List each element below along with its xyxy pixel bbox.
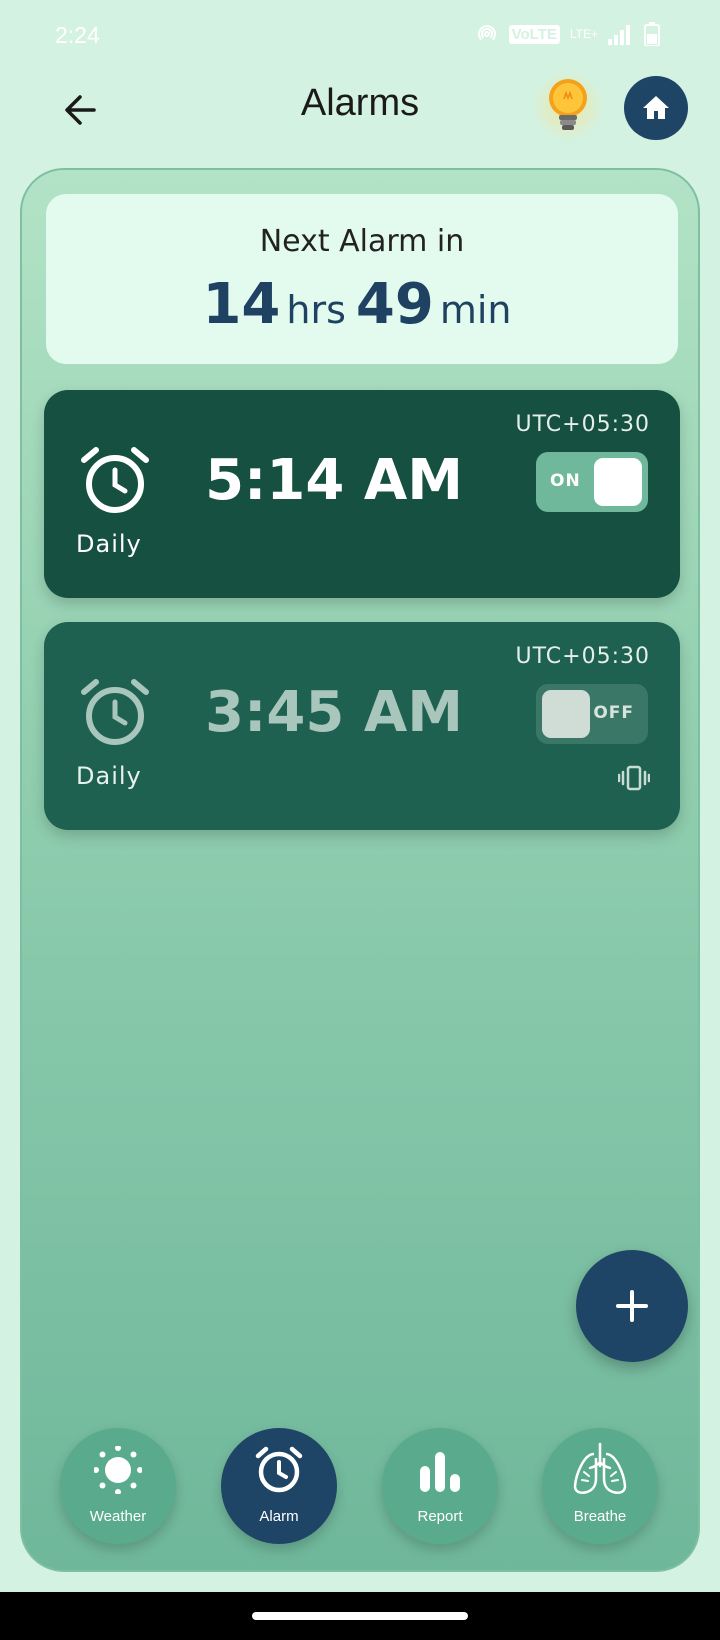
- battery-icon: [644, 22, 660, 46]
- signal-icon: [608, 25, 630, 45]
- nav-report[interactable]: Report: [382, 1428, 498, 1544]
- nav-label: Weather: [89, 1508, 147, 1525]
- nav-alarm[interactable]: Alarm: [221, 1428, 337, 1544]
- nav-label: Breathe: [573, 1508, 627, 1525]
- nav-weather[interactable]: Weather: [60, 1428, 176, 1544]
- alarm-time: 5:14 AM: [205, 448, 463, 513]
- status-icons: VoLTE LTE+: [475, 22, 660, 46]
- toggle-knob: [542, 690, 590, 738]
- sun-icon: [94, 1446, 142, 1494]
- alarm-clock-icon: [255, 1446, 303, 1493]
- next-alarm-countdown: 14 hrs 49 min: [46, 272, 678, 337]
- hotspot-icon: [477, 25, 496, 41]
- next-alarm-card: Next Alarm in 14 hrs 49 min: [46, 194, 678, 364]
- alarms-screen: 2:24 VoLTE LTE+ Alarms Next Alarm in 14 …: [0, 0, 720, 1640]
- nav-label: Report: [417, 1508, 463, 1525]
- alarm-clock-icon: [81, 679, 149, 745]
- next-alarm-label: Next Alarm in: [259, 224, 465, 259]
- next-alarm-minutes: 49: [355, 272, 434, 337]
- next-alarm-hours-unit: hrs: [286, 288, 346, 332]
- alarm-toggle[interactable]: ON: [536, 452, 648, 512]
- status-time: 2:24: [55, 22, 100, 48]
- home-indicator[interactable]: [252, 1612, 468, 1620]
- toggle-label: ON: [550, 471, 581, 491]
- home-button[interactable]: [624, 76, 688, 140]
- alarm-clock-icon: [81, 447, 149, 513]
- next-alarm-hours: 14: [202, 272, 281, 337]
- alarm-time: 3:45 AM: [205, 680, 463, 745]
- home-icon: [643, 96, 669, 119]
- page-title: Alarms: [300, 82, 420, 124]
- alarm-timezone: UTC+05:30: [515, 412, 650, 437]
- alarm-timezone: UTC+05:30: [515, 644, 650, 669]
- nav-breathe[interactable]: Breathe: [542, 1428, 658, 1544]
- header: Alarms: [0, 60, 720, 156]
- toggle-knob: [594, 458, 642, 506]
- tip-button[interactable]: [532, 70, 604, 142]
- alarm-repeat: Daily: [76, 530, 142, 558]
- alarm-repeat: Daily: [76, 762, 142, 790]
- system-navigation-bar: [0, 1592, 720, 1640]
- nav-label: Alarm: [259, 1508, 299, 1525]
- alarm-card[interactable]: UTC+05:30 3:45 AM OFF Daily: [44, 622, 680, 830]
- add-alarm-button[interactable]: [576, 1250, 688, 1362]
- lightbulb-icon: [549, 79, 587, 130]
- lungs-icon: [573, 1442, 627, 1494]
- main-panel: Next Alarm in 14 hrs 49 min UTC+05:30 5:14 …: [20, 168, 700, 1572]
- plus-icon: [616, 1290, 648, 1322]
- bar-chart-icon: [420, 1452, 460, 1492]
- vibrate-icon: [618, 765, 650, 791]
- toggle-label: OFF: [593, 703, 634, 723]
- next-alarm-minutes-unit: min: [439, 288, 512, 332]
- alarm-toggle[interactable]: OFF: [536, 684, 648, 744]
- volte-badge: VoLTE: [508, 24, 560, 44]
- lte-label: LTE+: [569, 27, 598, 41]
- alarm-card[interactable]: UTC+05:30 5:14 AM ON Daily: [44, 390, 680, 598]
